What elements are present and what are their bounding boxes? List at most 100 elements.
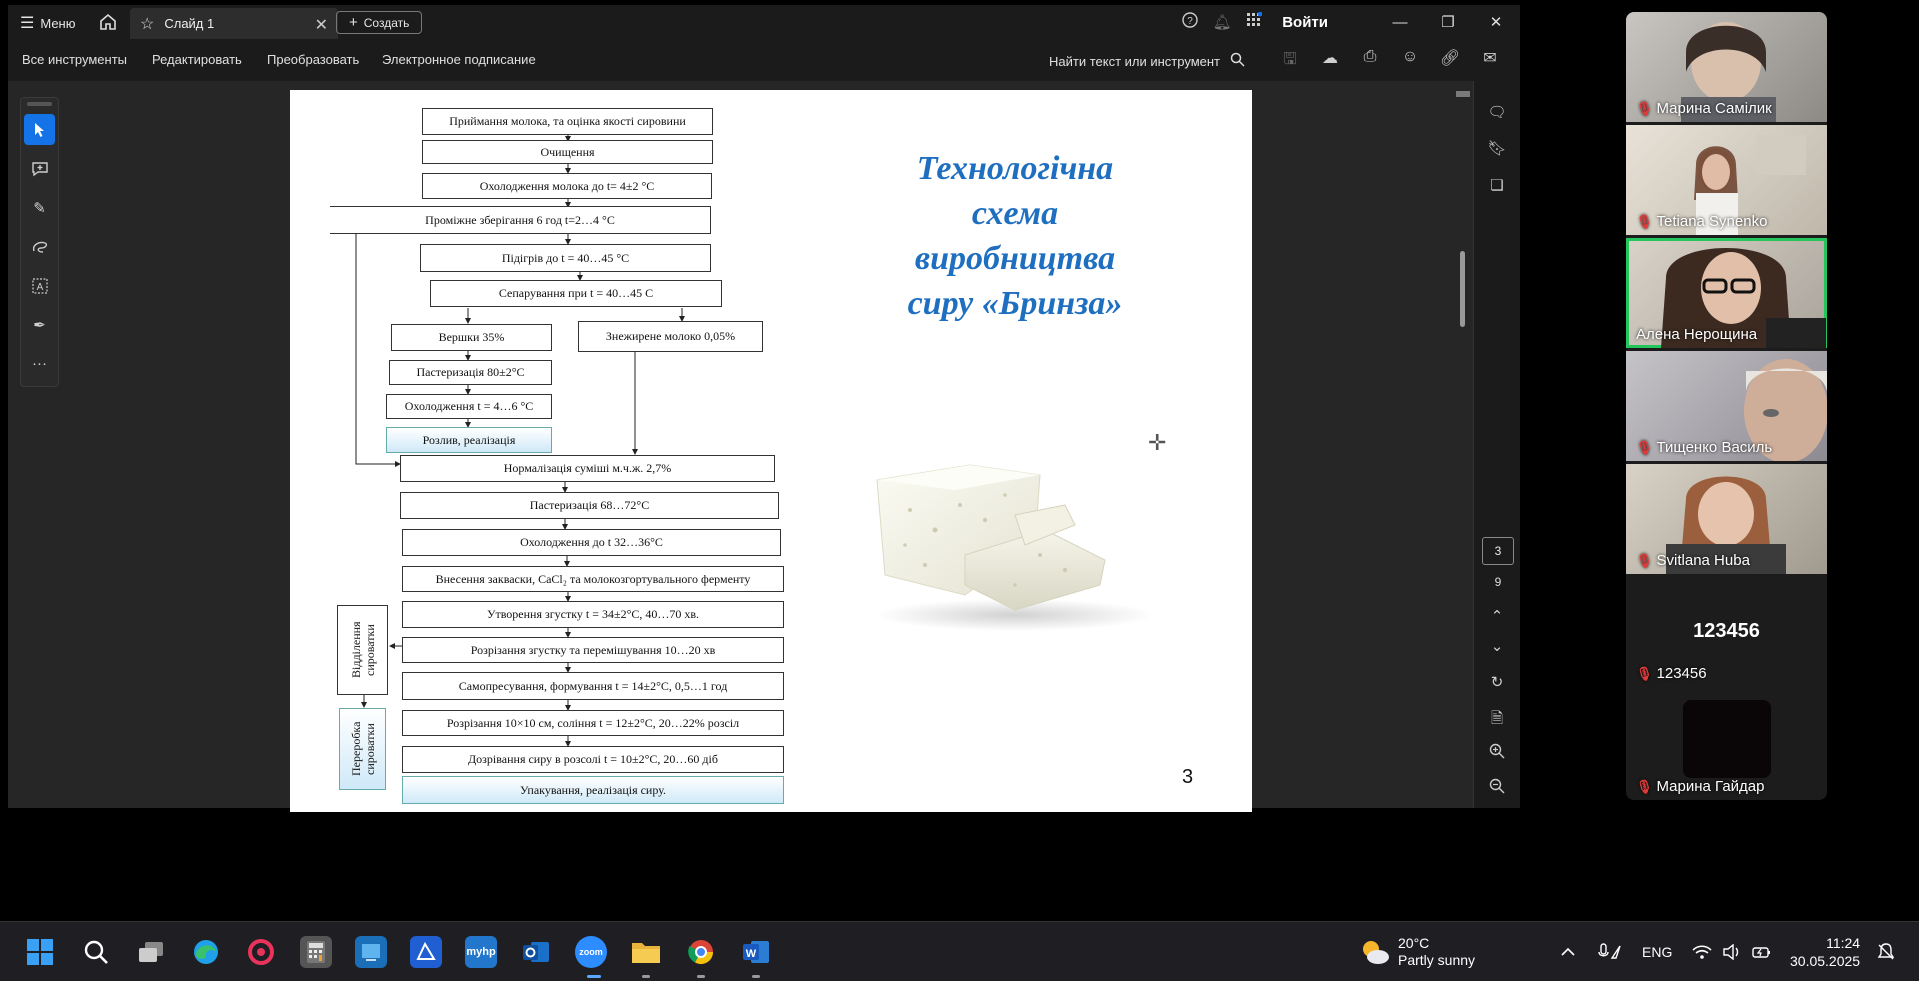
clock-date: 30.05.2025 [1790,953,1861,969]
document-tab[interactable]: ☆ Слайд 1 ✕ [130,8,338,39]
battery-icon[interactable] [1752,922,1772,981]
cheese-image [875,464,1155,631]
login-button[interactable]: Войти [1282,14,1328,31]
help-icon[interactable]: ? [1174,12,1206,32]
create-button[interactable]: + Создать [336,11,423,34]
participant-tile-no-video[interactable]: 🎙︎ Марина Гайдар [1626,690,1827,800]
current-page-input[interactable]: 3 [1482,537,1514,565]
star-icon[interactable]: ☆ [140,14,154,34]
file-explorer-icon[interactable] [630,936,662,968]
weather-widget[interactable]: 20°C Partly sunny [1358,922,1475,981]
zoom-in-icon[interactable] [1486,743,1508,763]
word-app-icon[interactable]: W [740,936,772,968]
find-tool[interactable]: Найти текст или инструмент [1049,52,1245,70]
flow-step-10: Охолодження t = 4…6 °C [386,394,552,419]
apps-grid-icon[interactable] [1238,11,1270,32]
tab-title: Слайд 1 [164,16,215,31]
bookmarks-panel-icon[interactable]: 🔖︎ [1486,139,1508,157]
windows-start-icon[interactable] [24,936,56,968]
svg-text:A: A [36,282,43,293]
highlight-pen-icon[interactable]: ✎ [24,192,55,223]
chrome-browser-icon[interactable] [685,936,717,968]
save-icon[interactable]: 🖫 [1278,48,1302,75]
volume-icon[interactable] [1722,922,1742,981]
menu-all-tools[interactable]: Все инструменты [22,52,127,67]
scanner-app-icon[interactable] [410,936,442,968]
control-panel-icon[interactable] [355,936,387,968]
participant-tile-active-speaker[interactable]: Алена Нерощина [1626,238,1827,348]
notifications-icon[interactable] [1876,922,1896,981]
scroll-thumb[interactable] [1460,251,1465,327]
flow-side-1-label: Відділення сироватки [348,621,377,679]
slide-page-number: 3 [1182,766,1194,788]
participant-tile[interactable]: 🎙︎ Tetiana Synenko [1626,125,1827,235]
vertical-scrollbar[interactable] [1456,91,1470,807]
zoom-active-indicator [587,975,601,978]
participant-tile[interactable]: 🎙︎ Svitlana Huba [1626,464,1827,574]
select-cursor-icon[interactable] [24,114,55,145]
menu-e-sign[interactable]: Электронное подписание [382,52,536,67]
flow-step-11: Розлив, реалізація [386,427,552,453]
plus-icon: + [349,14,358,31]
restore-icon[interactable]: ❐ [1424,13,1472,31]
title-bar-right: ? 🔔︎ Войти — ❐ ✕ [1174,5,1520,39]
draw-freehand-icon[interactable] [24,231,55,262]
weather-temp: 20°C [1398,935,1430,951]
wifi-icon[interactable] [1692,922,1712,981]
participant-tile[interactable]: 🎙︎ Тищенко Василь [1626,351,1827,461]
close-tab-icon[interactable]: ✕ [315,15,328,35]
pages-panel-icon[interactable]: ❏ [1486,176,1508,194]
chevron-down-icon[interactable]: ⌄ [1486,637,1508,655]
rotate-icon[interactable]: ↻ [1486,673,1508,691]
flow-step-9: Пастеризація 80±2°C [389,360,552,385]
video-gallery: 🎙︎ Марина Самілик 🎙︎ Tetiana Synenko Але… [1626,12,1827,800]
bell-icon[interactable]: 🔔︎ [1206,13,1238,31]
muted-mic-icon: 🎙︎ [1636,552,1653,568]
add-comment-icon[interactable] [24,153,55,184]
title-line-1: Технологічна [916,150,1114,187]
microphone-in-use-icon[interactable] [1597,922,1623,981]
clock[interactable]: 11:24 30.05.2025 [1790,922,1860,981]
myhp-app-icon[interactable]: myhp [465,936,497,968]
comments-panel-icon[interactable]: 🗨︎ [1486,103,1508,121]
participant-name-tag: 🎙︎ 123456 [1636,665,1707,682]
participant-avatar [1683,700,1771,778]
participant-name: Алена Нерощина [1636,326,1758,343]
more-tools-icon[interactable]: ··· [24,348,55,379]
menu-convert[interactable]: Преобразовать [267,52,359,67]
calculator-icon[interactable] [300,936,332,968]
participant-tile[interactable]: 🎙︎ Марина Самілик [1626,12,1827,122]
home-icon[interactable] [98,12,118,32]
page-fit-icon[interactable]: 🗎 [1486,708,1508,733]
participant-tile-no-video[interactable]: 123456 🎙︎ 123456 [1626,577,1827,687]
chrome-running-indicator [697,975,705,978]
minimize-icon[interactable]: — [1376,14,1424,31]
camera-app-icon[interactable] [245,936,277,968]
close-window-icon[interactable]: ✕ [1472,13,1520,31]
search-icon[interactable] [80,936,112,968]
link-icon[interactable]: 🔗︎ [1438,48,1462,75]
upload-cloud-icon[interactable]: ☁︎ [1318,48,1342,75]
sign-pen-icon[interactable]: ✒ [24,309,55,340]
mail-icon[interactable]: ✉ [1478,48,1502,75]
chevron-up-icon[interactable]: ⌃ [1486,607,1508,625]
acrobat-window: ☰ Меню ☆ Слайд 1 ✕ + Создать ? 🔔︎ Войти … [8,5,1520,812]
participant-name: Tetiana Synenko [1656,213,1768,230]
outlook-icon[interactable] [520,936,552,968]
edge-browser-icon[interactable] [190,936,222,968]
zoom-app-icon[interactable]: zoom [575,936,607,968]
share-user-icon[interactable]: ☺︎ [1398,48,1422,75]
language-indicator[interactable]: ENG [1642,922,1672,981]
menu-edit[interactable]: Редактировать [152,52,242,67]
print-icon[interactable]: ⎙ [1358,48,1382,75]
word-running-indicator [752,975,760,978]
flow-step-1: Приймання молока, та оцінка якості сиров… [422,108,713,135]
show-hidden-icons-chevron[interactable] [1560,922,1576,981]
drag-handle[interactable] [27,102,52,106]
menu-button[interactable]: ☰ Меню [20,13,75,33]
weather-desc: Partly sunny [1398,952,1476,968]
flow-step-21: Упакування, реалізація сиру. [402,776,784,804]
task-view-icon[interactable] [135,936,167,968]
text-box-icon[interactable]: A [24,270,55,301]
zoom-out-icon[interactable] [1486,778,1508,798]
